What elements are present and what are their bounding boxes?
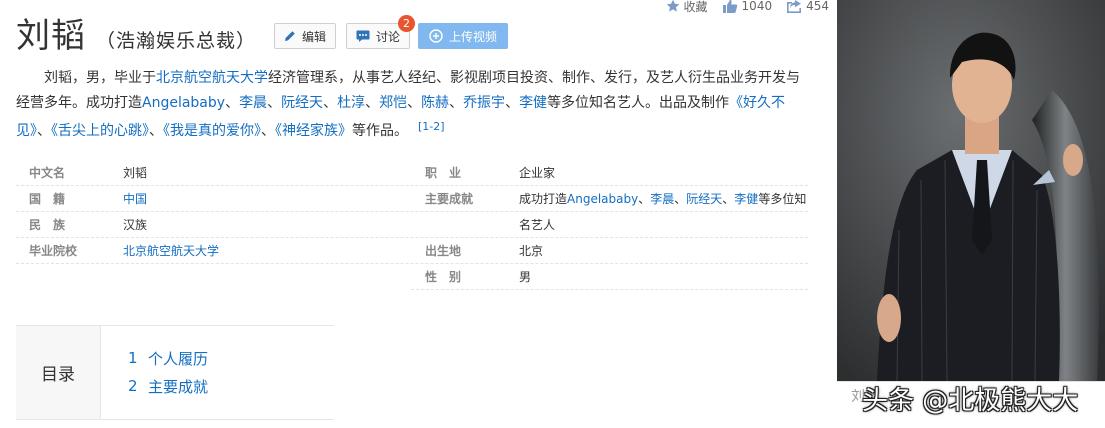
watermark-text: 头条 @北极熊大大: [862, 386, 1079, 416]
toc-item-number: 1: [128, 349, 138, 367]
info-value-ethnicity: 汉族: [123, 218, 148, 232]
link-shenjingjiazu[interactable]: 《神经家族》: [275, 123, 352, 139]
summary-text: 等多位知名艺人。出品及制作: [547, 94, 730, 111]
thumbs-up-icon: [722, 0, 738, 14]
achievement-text: 成功打造: [519, 192, 568, 206]
summary-paragraph: 刘韬，男，毕业于北京航空航天大学经济管理系，从事艺人经纪、影视剧项目投资、制作、…: [16, 66, 808, 144]
info-value-occupation: 企业家: [519, 166, 556, 180]
separator: 、: [722, 192, 735, 206]
edit-label: 编辑: [302, 29, 327, 44]
info-value-achievement-cont: 名艺人: [519, 218, 556, 232]
link-angelababy[interactable]: Angelababy: [142, 95, 225, 111]
like-button[interactable]: 1040: [722, 0, 773, 14]
info-row: 毕业院校 北京航空航天大学 出生地 北京: [16, 239, 808, 264]
link-lijian[interactable]: 李健: [519, 95, 547, 111]
share-button[interactable]: 454: [786, 0, 829, 13]
reference-link[interactable]: [1-2]: [418, 120, 445, 133]
toc-heading: 目录: [16, 326, 101, 419]
info-key-school: 毕业院校: [29, 244, 78, 258]
info-value-chinese-name: 刘韬: [123, 166, 148, 180]
separator: 、: [261, 123, 275, 139]
link-qiaozhenyu[interactable]: 乔振宇: [463, 95, 505, 111]
star-icon: [666, 0, 680, 13]
achievement-text: 等多位知: [758, 192, 807, 206]
separator: 、: [225, 94, 240, 111]
info-value-gender: 男: [519, 270, 532, 284]
toc-list: 1 个人履历 2 主要成就: [128, 344, 208, 400]
page-subtitle: （浩瀚娱乐总裁）: [96, 29, 257, 52]
toc-item-title: 个人履历: [148, 349, 209, 368]
portrait-photo[interactable]: [837, 0, 1105, 381]
edit-button[interactable]: 编辑: [274, 23, 337, 49]
discuss-button[interactable]: 讨论 2: [346, 15, 416, 49]
separator: 、: [267, 94, 282, 111]
separator: 、: [505, 94, 520, 111]
discuss-label: 讨论: [376, 29, 401, 44]
toc-item-number: 2: [128, 377, 138, 395]
separator: 、: [407, 94, 422, 111]
separator: 、: [365, 94, 380, 111]
info-key-nationality: 国 籍: [29, 192, 66, 206]
info-value-nationality[interactable]: 中国: [123, 187, 147, 212]
link-beihang[interactable]: 北京航空航天大学: [156, 70, 268, 86]
page-title: 刘韬: [16, 16, 86, 56]
info-row: 中文名 刘韬 职 业 企业家: [16, 161, 808, 186]
separator: 、: [37, 123, 51, 139]
toc-item[interactable]: 1 个人履历: [128, 344, 208, 372]
title-row: 刘韬 （浩瀚娱乐总裁） 编辑 讨论 2 上传视频: [16, 14, 509, 58]
info-value-school[interactable]: 北京航空航天大学: [123, 239, 219, 264]
share-count: 454: [806, 0, 829, 13]
link-chenhe[interactable]: 陈赫: [421, 95, 449, 111]
link-woshizhendeaini[interactable]: 《我是真的爱你》: [163, 123, 261, 139]
summary-text: 等作品。: [352, 123, 408, 139]
comment-icon: [356, 30, 370, 42]
summary-text: 刘韬，男，毕业于: [44, 70, 156, 86]
like-count: 1040: [741, 0, 773, 13]
toc-item-title: 主要成就: [148, 377, 209, 396]
favorite-button[interactable]: 收藏: [666, 0, 708, 15]
upload-video-button[interactable]: 上传视频: [418, 23, 509, 49]
table-of-contents: 目录 1 个人履历 2 主要成就: [16, 325, 334, 420]
info-key-achievement: 主要成就: [425, 192, 474, 206]
upload-plus-icon: [429, 29, 443, 43]
info-key-occupation: 职 业: [425, 166, 462, 180]
info-row: 性 别 男: [411, 265, 808, 290]
separator: 、: [323, 94, 338, 111]
link-lichen[interactable]: 李晨: [650, 192, 674, 206]
link-duchun[interactable]: 杜淳: [337, 95, 365, 111]
upload-video-label: 上传视频: [449, 29, 498, 44]
link-ruanjingtian[interactable]: 阮经天: [281, 95, 323, 111]
info-key-ethnicity: 民 族: [29, 218, 66, 232]
info-value-birthplace: 北京: [519, 244, 544, 258]
discuss-count-badge: 2: [398, 15, 416, 32]
link-zhengkai[interactable]: 郑恺: [379, 95, 407, 111]
portrait-illustration: [837, 0, 1105, 381]
separator: 、: [149, 123, 163, 139]
info-row: 民 族 汉族 名艺人: [16, 213, 808, 238]
info-key-chinese-name: 中文名: [29, 166, 66, 180]
link-lichen[interactable]: 李晨: [239, 95, 267, 111]
stats-bar: 收藏 1040 454: [666, 0, 829, 15]
share-icon: [786, 0, 802, 13]
info-value-achievement: 成功打造Angelababy、李晨、阮经天、李健等多位知: [519, 187, 806, 212]
separator: 、: [674, 192, 687, 206]
link-lijian[interactable]: 李健: [734, 192, 758, 206]
info-row: 国 籍 中国 主要成就 成功打造Angelababy、李晨、阮经天、李健等多位知: [16, 187, 808, 212]
separator: 、: [449, 94, 464, 111]
favorite-label: 收藏: [683, 0, 708, 14]
pencil-icon: [284, 30, 296, 42]
info-key-gender: 性 别: [425, 270, 462, 284]
link-angelababy[interactable]: Angelababy: [567, 192, 638, 206]
info-key-birthplace: 出生地: [425, 244, 462, 258]
separator: 、: [638, 192, 651, 206]
link-ruanjingtian[interactable]: 阮经天: [686, 192, 722, 206]
link-shejian[interactable]: 《舌尖上的心跳》: [51, 123, 149, 139]
toc-item[interactable]: 2 主要成就: [128, 372, 208, 400]
